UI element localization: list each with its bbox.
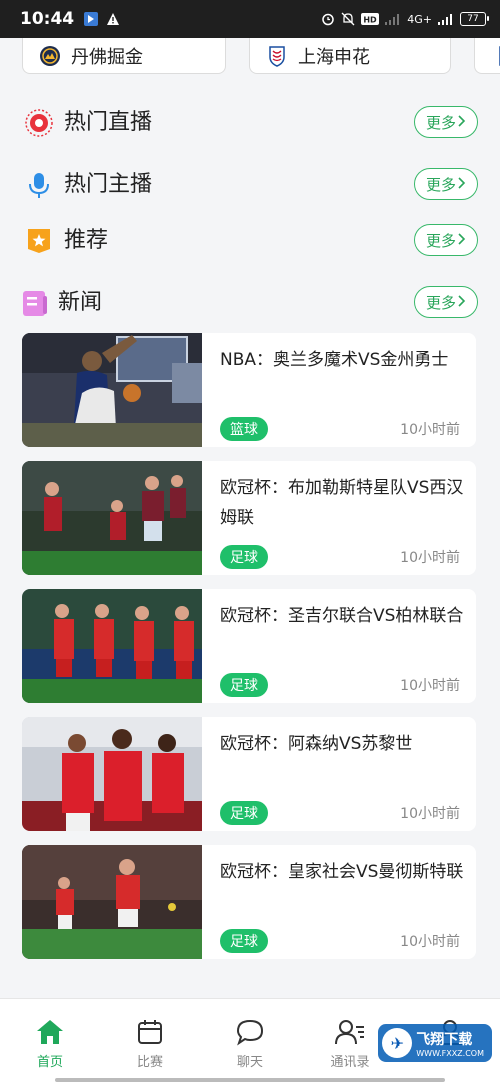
news-item[interactable]: 欧冠杯：皇家社会VS曼彻斯特联 足球 10小时前 bbox=[22, 845, 476, 959]
more-button-hot-live[interactable]: 更多 bbox=[414, 106, 478, 138]
team-chip-nuggets[interactable]: 丹佛掘金 bbox=[22, 38, 226, 74]
alarm-icon bbox=[321, 12, 335, 26]
watermark-logo-icon: ✈ bbox=[382, 1028, 413, 1058]
nav-matches[interactable]: 比赛 bbox=[120, 1017, 180, 1070]
signal-weak-icon bbox=[385, 13, 401, 25]
team-name: 上海申花 bbox=[298, 46, 370, 68]
news-time: 10小时前 bbox=[400, 422, 460, 438]
section-news: 新闻 更多 bbox=[0, 280, 500, 324]
nav-home[interactable]: 首页 bbox=[20, 1017, 80, 1070]
more-label: 更多 bbox=[425, 293, 456, 312]
chevron-right-icon bbox=[458, 175, 466, 193]
nav-label: 比赛 bbox=[136, 1055, 163, 1070]
news-item[interactable]: 欧冠杯：圣吉尔联合VS柏林联合 足球 10小时前 bbox=[22, 589, 476, 703]
star-badge-icon bbox=[24, 226, 54, 256]
news-time: 10小时前 bbox=[400, 806, 460, 822]
nav-chat[interactable]: 聊天 bbox=[220, 1017, 280, 1070]
news-item[interactable]: 欧冠杯：布加勒斯特星队VS西汉姆联 足球 10小时前 bbox=[22, 461, 476, 575]
news-category-tag: 足球 bbox=[220, 545, 268, 569]
calendar-icon bbox=[120, 1017, 180, 1047]
news-thumbnail bbox=[22, 589, 202, 703]
home-icon bbox=[20, 1017, 80, 1047]
section-title: 热门主播 bbox=[64, 172, 153, 197]
section-recommend: 推荐 更多 bbox=[0, 218, 500, 262]
nav-contacts[interactable]: 通讯录 bbox=[320, 1017, 380, 1070]
chevron-right-icon bbox=[458, 293, 466, 311]
more-button-hot-anchor[interactable]: 更多 bbox=[414, 168, 478, 200]
section-title: 推荐 bbox=[64, 228, 109, 253]
news-category-tag: 足球 bbox=[220, 673, 268, 697]
news-title: NBA：奥兰多魔术VS金州勇士 bbox=[220, 350, 449, 370]
chat-icon bbox=[220, 1017, 280, 1047]
team-chip-partial[interactable] bbox=[474, 38, 500, 74]
nav-label: 首页 bbox=[36, 1055, 63, 1070]
news-thumbnail bbox=[22, 717, 202, 831]
hd-icon: HD bbox=[361, 12, 380, 26]
signal-icon bbox=[438, 13, 454, 25]
section-title: 热门直播 bbox=[64, 110, 153, 135]
status-time: 10:44 bbox=[20, 9, 75, 29]
news-title: 欧冠杯：布加勒斯特星队VS西汉姆联 bbox=[220, 478, 464, 528]
battery-icon: 77 bbox=[460, 12, 489, 26]
live-icon bbox=[24, 108, 54, 138]
more-label: 更多 bbox=[425, 231, 456, 250]
mute-icon bbox=[341, 12, 355, 26]
news-time: 10小时前 bbox=[400, 550, 460, 566]
news-title: 欧冠杯：皇家社会VS曼彻斯特联 bbox=[220, 862, 464, 882]
news-thumbnail bbox=[22, 461, 202, 575]
more-label: 更多 bbox=[425, 175, 456, 194]
team-chips-row: 丹佛掘金 上海申花 bbox=[0, 38, 500, 78]
warning-icon bbox=[106, 12, 120, 26]
news-category-tag: 篮球 bbox=[220, 417, 268, 441]
section-hot-anchor: 热门主播 更多 bbox=[0, 162, 500, 206]
section-hot-live: 热门直播 更多 bbox=[0, 100, 500, 144]
shenhua-logo-icon bbox=[266, 45, 288, 67]
section-title: 新闻 bbox=[58, 290, 103, 315]
contacts-icon bbox=[320, 1017, 380, 1047]
news-title: 欧冠杯：阿森纳VS苏黎世 bbox=[220, 734, 413, 754]
battery-level: 77 bbox=[467, 14, 479, 24]
nav-label: 聊天 bbox=[236, 1055, 263, 1070]
team-logo-icon bbox=[493, 45, 500, 67]
more-button-recommend[interactable]: 更多 bbox=[414, 224, 478, 256]
nuggets-logo-icon bbox=[39, 45, 61, 67]
chevron-right-icon bbox=[458, 113, 466, 131]
more-label: 更多 bbox=[425, 113, 456, 132]
news-thumbnail bbox=[22, 845, 202, 959]
app-notification-icon bbox=[84, 12, 99, 26]
news-item[interactable]: NBA：奥兰多魔术VS金州勇士 篮球 10小时前 bbox=[22, 333, 476, 447]
news-icon bbox=[20, 288, 50, 318]
watermark-title: 飞翔下载 bbox=[416, 1031, 473, 1048]
news-time: 10小时前 bbox=[400, 934, 460, 950]
svg-text:HD: HD bbox=[364, 16, 378, 25]
status-bar: 10:44 HD 4G+ 77 bbox=[0, 0, 500, 38]
news-item[interactable]: 欧冠杯：阿森纳VS苏黎世 足球 10小时前 bbox=[22, 717, 476, 831]
network-type: 4G+ bbox=[407, 12, 432, 26]
site-watermark: ✈ 飞翔下载 WWW.FXXZ.COM bbox=[378, 1024, 492, 1062]
news-category-tag: 足球 bbox=[220, 929, 268, 953]
chevron-right-icon bbox=[458, 231, 466, 249]
microphone-icon bbox=[24, 170, 54, 200]
watermark-url: WWW.FXXZ.COM bbox=[416, 1048, 484, 1058]
team-name: 丹佛掘金 bbox=[71, 46, 143, 68]
nav-label: 通讯录 bbox=[330, 1055, 370, 1070]
news-time: 10小时前 bbox=[400, 678, 460, 694]
news-thumbnail bbox=[22, 333, 202, 447]
news-title: 欧冠杯：圣吉尔联合VS柏林联合 bbox=[220, 606, 464, 626]
home-indicator bbox=[55, 1078, 445, 1082]
more-button-news[interactable]: 更多 bbox=[414, 286, 478, 318]
news-category-tag: 足球 bbox=[220, 801, 268, 825]
team-chip-shenhua[interactable]: 上海申花 bbox=[249, 38, 451, 74]
